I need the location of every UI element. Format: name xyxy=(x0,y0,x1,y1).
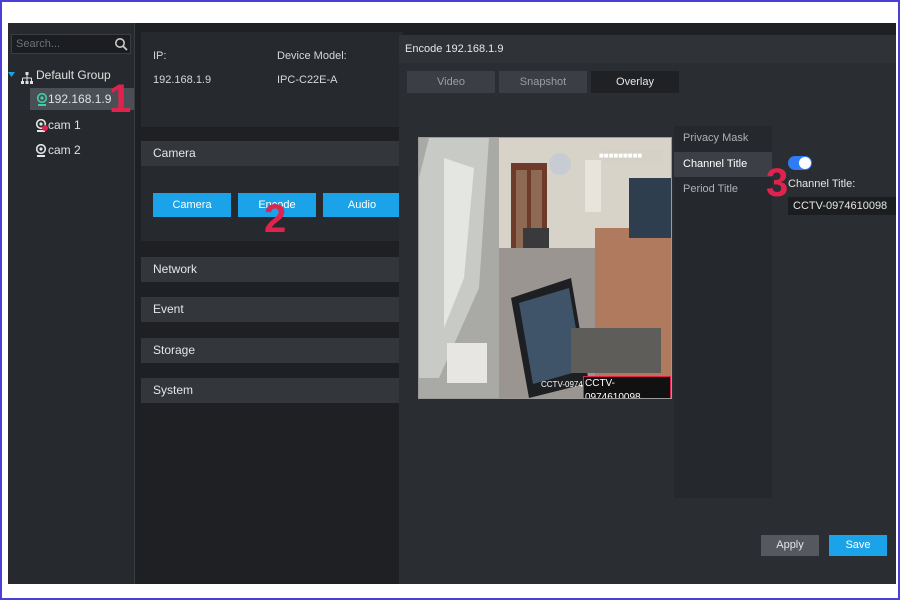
section-camera[interactable]: Camera xyxy=(141,141,403,166)
audio-button[interactable]: Audio xyxy=(323,193,401,217)
ip-label: IP: xyxy=(153,50,167,62)
camera-online-icon xyxy=(36,92,48,106)
device-info-card: IP: 192.168.1.9 Device Model: IPC-C22E-A xyxy=(141,32,403,127)
menu-item-privacy-mask[interactable]: Privacy Mask xyxy=(674,126,772,151)
overlay-menu: Privacy Mask Channel Title Period Title xyxy=(674,126,772,498)
device-label: 192.168.1.9 xyxy=(48,92,112,106)
section-network[interactable]: Network xyxy=(141,257,403,282)
annotation-number-3: 3 xyxy=(766,161,789,205)
section-system[interactable]: System xyxy=(141,378,403,403)
channel-title-input[interactable]: CCTV-0974610098 xyxy=(788,197,896,215)
device-model-label: Device Model: xyxy=(277,50,347,62)
search-input[interactable] xyxy=(12,35,118,53)
ip-value: 192.168.1.9 xyxy=(153,74,212,86)
device-model-value: IPC-C22E-A xyxy=(277,74,338,86)
preview-scene-image xyxy=(419,138,671,398)
camera-preview: ■■■■■■■■■ CCTV-0974610 CCTV-0974610098 xyxy=(418,137,672,399)
tree-device-cam-2[interactable]: cam 2 xyxy=(30,139,134,161)
preview-top-osd: ■■■■■■■■■ xyxy=(599,152,643,161)
tab-snapshot[interactable]: Snapshot xyxy=(499,71,587,93)
group-label: Default Group xyxy=(36,68,111,82)
preview-channel-title-osd[interactable]: CCTV-0974610098 xyxy=(583,376,671,398)
device-label: cam 2 xyxy=(48,143,81,157)
toggle-knob xyxy=(799,157,811,169)
expand-arrow-icon[interactable] xyxy=(8,64,16,86)
camera-button[interactable]: Camera xyxy=(153,193,231,217)
channel-title-toggle[interactable] xyxy=(788,156,812,170)
search-box xyxy=(11,34,131,54)
smart-pss-window: Default Group 192.168.1.9 cam 1 cam 2 IP… xyxy=(8,23,896,584)
channel-title-label: Channel Title: xyxy=(788,178,856,190)
camera-icon xyxy=(35,143,47,157)
section-event[interactable]: Event xyxy=(141,297,403,322)
device-label: cam 1 xyxy=(48,118,81,132)
encode-dialog: Encode 192.168.1.9 Video Snapshot Overla… xyxy=(399,35,896,584)
annotation-number-1: 1 xyxy=(109,77,132,121)
tab-video[interactable]: Video xyxy=(407,71,495,93)
image-frame: Default Group 192.168.1.9 cam 1 cam 2 IP… xyxy=(0,0,900,600)
tab-overlay[interactable]: Overlay xyxy=(591,71,679,93)
group-tree-icon xyxy=(21,69,33,84)
menu-item-channel-title[interactable]: Channel Title xyxy=(674,152,772,177)
save-button[interactable]: Save xyxy=(829,535,887,556)
section-storage[interactable]: Storage xyxy=(141,338,403,363)
annotation-number-2: 2 xyxy=(264,197,287,241)
dialog-title: Encode 192.168.1.9 xyxy=(399,35,896,63)
menu-item-period-title[interactable]: Period Title xyxy=(674,177,772,202)
search-icon[interactable] xyxy=(114,37,128,51)
camera-offline-icon xyxy=(35,118,48,132)
device-config-panel: IP: 192.168.1.9 Device Model: IPC-C22E-A… xyxy=(135,23,403,584)
apply-button[interactable]: Apply xyxy=(761,535,819,556)
